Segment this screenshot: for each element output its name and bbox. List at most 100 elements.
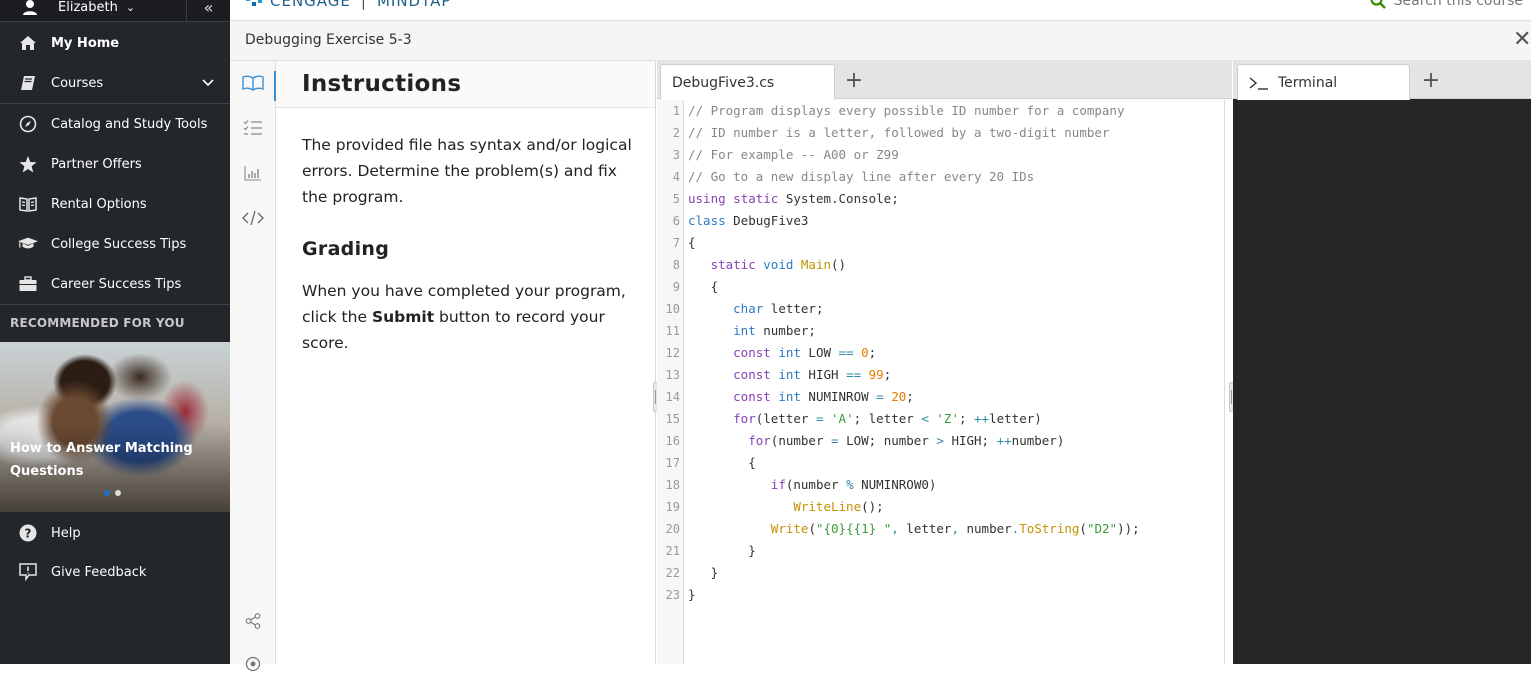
plus-icon: + (1421, 67, 1441, 93)
code-token: class (688, 213, 726, 228)
code-line[interactable]: 13 const int HIGH == 99; (657, 364, 1225, 386)
code-token: const (733, 345, 771, 360)
code-line[interactable]: 5 using static System.Console; (657, 188, 1225, 210)
code-token: const (733, 367, 771, 382)
code-text: using static System.Console; (682, 188, 899, 210)
code-line[interactable]: 21 } (657, 540, 1225, 562)
code-line[interactable]: 19 WriteLine(); (657, 496, 1225, 518)
tab-terminal[interactable]: Terminal (1237, 64, 1410, 100)
code-token: if (770, 477, 786, 492)
code-line[interactable]: 4 // Go to a new display line after every… (657, 166, 1225, 188)
collapse-sidebar-button[interactable]: « (186, 0, 230, 22)
sidebar-item-catalog[interactable]: Catalog and Study Tools (0, 104, 230, 144)
code-token: ( (1079, 521, 1087, 536)
code-token: char (733, 301, 764, 316)
code-token: number; (755, 323, 816, 338)
user-menu[interactable]: Elizabeth ⌄ (22, 0, 135, 22)
sidebar-item-my-home[interactable]: My Home (0, 23, 230, 63)
code-token: )); (1117, 521, 1140, 536)
carousel-dot-1[interactable] (104, 490, 110, 496)
brand-logo[interactable]: CENGAGE | MINDTAP (244, 0, 451, 10)
line-number: 23 (665, 588, 680, 602)
carousel-dot-2[interactable] (115, 490, 121, 496)
code-line[interactable]: 11 int number; (657, 320, 1225, 342)
add-terminal-tab-button[interactable]: + (1416, 65, 1446, 95)
code-token: == (838, 345, 854, 360)
code-token: ( (808, 521, 816, 536)
code-line[interactable]: 20 Write("{0}{{1} ", letter, number.ToSt… (657, 518, 1225, 540)
code-line[interactable]: 1 // Program displays every possible ID n… (657, 100, 1225, 122)
editor-scrollbar-track[interactable] (1224, 100, 1225, 664)
code-line[interactable]: 17 { (657, 452, 1225, 474)
code-line[interactable]: 2 // ID number is a letter, followed by a… (657, 122, 1225, 144)
rail-settings-button[interactable] (230, 644, 276, 684)
code-line[interactable]: 22 } (657, 562, 1225, 584)
code-area[interactable]: 1 // Program displays every possible ID n… (657, 100, 1225, 664)
brand-separator: | (360, 0, 367, 10)
line-number: 5 (672, 192, 680, 206)
code-token: ++ (974, 411, 990, 426)
close-activity-button[interactable]: ✕ (1513, 29, 1531, 51)
checklist-icon (243, 120, 262, 135)
sidebar-item-give-feedback[interactable]: Give Feedback (0, 552, 230, 592)
code-text: WriteLine(); (682, 496, 883, 518)
code-line[interactable]: 16 for(number = LOW; number > HIGH; ++nu… (657, 430, 1225, 452)
open-book-icon (242, 75, 264, 91)
instructions-panel: Instructions The provided file has synta… (276, 61, 656, 664)
code-text: Write("{0}{{1} ", letter, number.ToStrin… (682, 518, 1140, 540)
tab-debugfive3-cs[interactable]: DebugFive3.cs (660, 64, 835, 100)
code-token: ; letter (853, 411, 922, 426)
code-line[interactable]: 6 class DebugFive3 (657, 210, 1225, 232)
code-line[interactable]: 7{ (657, 232, 1225, 254)
code-token: ; (883, 367, 892, 382)
code-line[interactable]: 18 if(number % NUMINROW0) (657, 474, 1225, 496)
rail-results-button[interactable] (230, 153, 276, 193)
code-text: const int NUMINROW = 20; (682, 386, 914, 408)
line-number: 18 (665, 478, 680, 492)
code-line[interactable]: 8 static void Main() (657, 254, 1225, 276)
code-line[interactable]: 23} (657, 584, 1225, 606)
line-number: 16 (665, 434, 680, 448)
code-token: (number (770, 433, 832, 448)
code-token: > (936, 433, 944, 448)
code-text: const int LOW == 0; (682, 342, 876, 364)
recommended-promo-card[interactable]: How to Answer Matching Questions (0, 342, 230, 512)
sidebar-item-college-success[interactable]: College Success Tips (0, 224, 230, 264)
feedback-icon (18, 563, 38, 581)
sidebar-item-partner-offers[interactable]: Partner Offers (0, 144, 230, 184)
code-line[interactable]: 14 const int NUMINROW = 20; (657, 386, 1225, 408)
sidebar-item-career-success[interactable]: Career Success Tips (0, 264, 230, 304)
rail-checklist-button[interactable] (230, 108, 276, 148)
svg-text:?: ? (25, 527, 32, 541)
sidebar-item-help[interactable]: ? Help (0, 513, 230, 553)
code-text: const int HIGH == 99; (682, 364, 891, 386)
line-number: 7 (672, 236, 680, 250)
rail-code-button[interactable] (230, 198, 276, 238)
code-token: } (688, 543, 756, 558)
course-search[interactable]: Search this course (1370, 0, 1523, 9)
rail-instructions-button[interactable] (230, 63, 276, 103)
search-input[interactable]: Search this course (1394, 0, 1523, 9)
open-book-icon (18, 196, 38, 212)
terminal-output[interactable] (1233, 100, 1531, 664)
add-file-tab-button[interactable]: + (839, 65, 869, 95)
sidebar-item-label: Career Success Tips (51, 276, 182, 292)
code-line[interactable]: 12 const int LOW == 0; (657, 342, 1225, 364)
sidebar-item-rental-options[interactable]: Rental Options (0, 184, 230, 224)
code-line[interactable]: 3 // For example -- A00 or Z99 (657, 144, 1225, 166)
code-text: } (682, 562, 719, 584)
code-line[interactable]: 9 { (657, 276, 1225, 298)
code-line[interactable]: 10 char letter; (657, 298, 1225, 320)
rail-share-button[interactable] (230, 601, 276, 641)
line-number: 21 (665, 544, 680, 558)
code-token: 20 (891, 389, 907, 404)
code-line[interactable]: 15 for(letter = 'A'; letter < 'Z'; ++let… (657, 408, 1225, 430)
code-token: ; (868, 345, 877, 360)
double-chevron-left-icon: « (203, 0, 214, 17)
sidebar-item-courses[interactable]: Courses (0, 63, 230, 103)
